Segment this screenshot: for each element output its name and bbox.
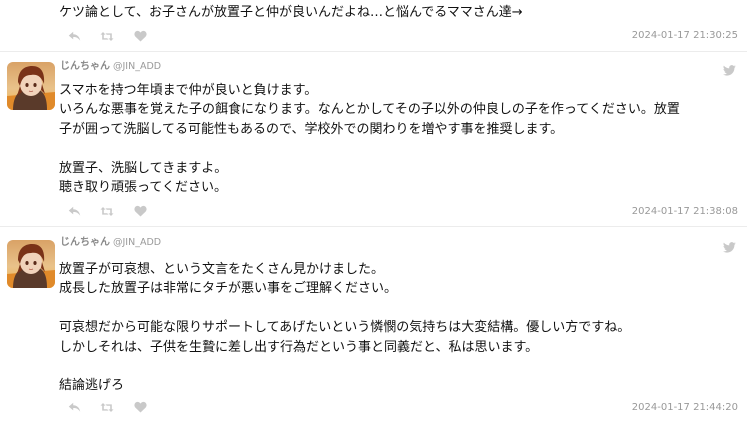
tweet-text-line: ケツ論として、お子さんが放置子と仲が良いんだよね…と悩んでるママさん達→ (59, 5, 523, 20)
user-handle[interactable]: @JIN_ADD (113, 61, 161, 72)
timestamp[interactable]: 2024-01-17 21:38:08 (632, 206, 738, 217)
tweet-1: ケツ論として、お子さんが放置子と仲が良いんだよね…と悩んでるママさん達→ 202… (0, 0, 747, 50)
heart-icon[interactable] (133, 29, 147, 43)
twitter-bird-icon[interactable] (722, 61, 736, 76)
tweet-text-line: いろんな悪事を覚えた子の餌食になります。なんとかしてその子以外の仲良しの子を作っ… (59, 102, 680, 118)
twitter-bird-icon[interactable] (722, 238, 736, 253)
user-handle[interactable]: @JIN_ADD (113, 237, 161, 248)
tweet-text-line: スマホを持つ年頃まで仲が良いと負けます。 (59, 83, 318, 98)
tweet-actions (67, 400, 166, 414)
tweet-text: スマホを持つ年頃まで仲が良いと負けます。 いろんな悪事を覚えた子の餌食になります… (59, 81, 737, 197)
reply-icon[interactable] (67, 29, 81, 43)
tweet-text: 放置子が可哀想、という文言をたくさん見かけました。 成長した放置子は非常にタチが… (59, 260, 737, 396)
tweet-text-line: 聴き取り頑張ってください。 (59, 179, 227, 195)
retweet-icon[interactable] (100, 204, 114, 218)
avatar[interactable] (7, 240, 55, 288)
tweet-text-line: 可哀想だから可能な限りサポートしてあげたいという憐憫の気持ちは大変結構。優しい方… (59, 320, 631, 336)
heart-icon[interactable] (133, 204, 147, 218)
tweet-text-line: 成長した放置子は非常にタチが悪い事をご理解ください。 (59, 281, 398, 297)
retweet-icon[interactable] (100, 400, 114, 414)
timestamp[interactable]: 2024-01-17 21:30:25 (632, 30, 738, 41)
tweet-3: じんちゃん @JIN_ADD 放置子が可哀想、という文言をたくさん見かけました。 … (0, 228, 747, 422)
tweet-text-line: しかしそれは、子供を生贄に差し出す行為だという事と同義だと、私は思います。 (59, 339, 539, 355)
tweet-text-line: 放置子、洗脳してきますよ。 (59, 160, 228, 176)
tweet-actions (67, 204, 166, 218)
display-name[interactable]: じんちゃん (60, 237, 110, 248)
tweet-text-line: 放置子が可哀想、という文言をたくさん見かけました。 (59, 262, 385, 277)
display-name[interactable]: じんちゃん (60, 61, 110, 72)
tweet-text: ケツ論として、お子さんが放置子と仲が良いんだよね…と悩んでるママさん達→ (59, 3, 737, 22)
timestamp[interactable]: 2024-01-17 21:44:20 (632, 402, 738, 413)
divider (0, 226, 747, 227)
reply-icon[interactable] (67, 204, 81, 218)
tweet-text-line: 結論逃げろ (59, 378, 125, 394)
tweet-text-line (59, 139, 737, 158)
heart-icon[interactable] (133, 400, 147, 414)
reply-icon[interactable] (67, 400, 81, 414)
tweet-text-line (59, 357, 737, 376)
avatar[interactable] (7, 62, 55, 110)
tweet-2: じんちゃん @JIN_ADD スマホを持つ年頃まで仲が良いと負けます。 いろんな悪… (0, 52, 747, 224)
tweet-text-line: 子が囲って洗脳してる可能性もあるので、学校外での関わりを増やす事を推奨します。 (59, 121, 564, 137)
retweet-icon[interactable] (100, 29, 114, 43)
tweet-header: じんちゃん @JIN_ADD (60, 236, 161, 250)
tweet-text-line (59, 299, 737, 318)
tweet-header: じんちゃん @JIN_ADD (60, 60, 161, 74)
tweet-actions (67, 29, 166, 43)
